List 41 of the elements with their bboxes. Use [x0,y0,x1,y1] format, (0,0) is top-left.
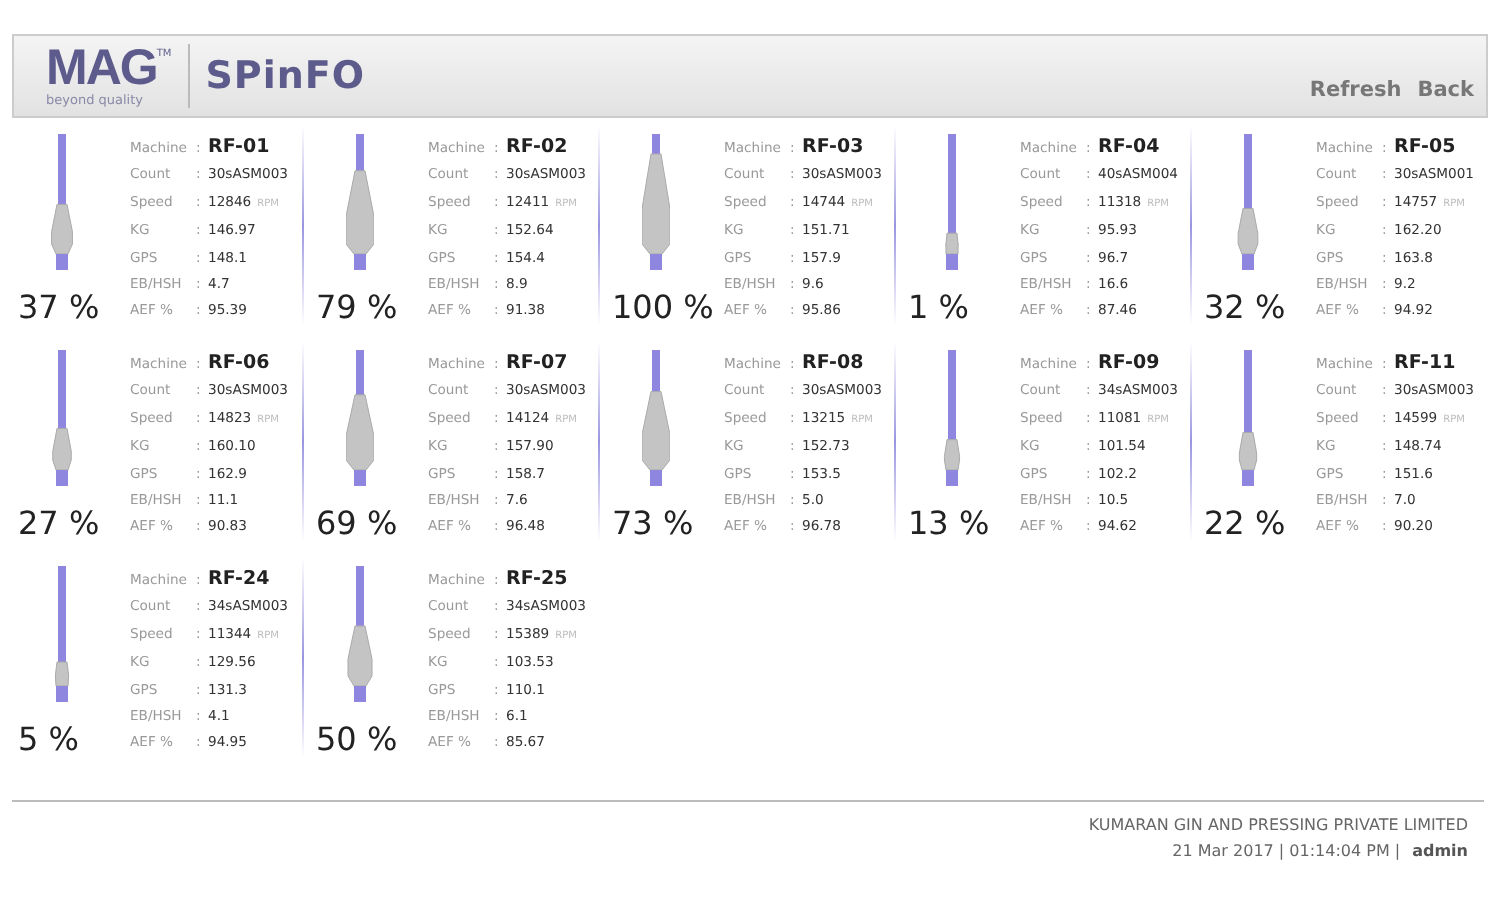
header-link[interactable]: Refresh [1309,76,1402,108]
percent-label: 50 % [314,724,400,756]
spindle-icon [346,134,374,270]
date-time: 21 Mar 2017 | 01:14:04 PM | [1172,842,1401,860]
percent-label: 100 % [610,292,716,324]
user-name: admin [1412,842,1468,860]
app-name: SPinFO [205,51,365,102]
spindle-icon [48,350,76,486]
spindle-icon [938,350,966,486]
percent-label: 79 % [314,292,400,324]
percent-label: 5 % [16,724,81,756]
header-link[interactable]: Back [1417,76,1474,108]
machine-id: RF-01 [208,136,270,158]
machine-id: RF-05 [1394,136,1456,158]
spindle-icon [1234,350,1262,486]
percent-label: 22 % [1202,508,1288,540]
percent-label: 1 % [906,292,971,324]
spindle-icon [346,566,374,702]
percent-label: 37 % [16,292,102,324]
machine-id: RF-11 [1394,352,1456,374]
machine-id: RF-06 [208,352,270,374]
percent-label: 69 % [314,508,400,540]
percent-label: 32 % [1202,292,1288,324]
machine-id: RF-02 [506,136,568,158]
machine-id: RF-03 [802,136,864,158]
company-name: KUMARAN GIN AND PRESSING PRIVATE LIMITED [1086,814,1468,838]
spindle-icon [642,134,670,270]
machine-id: RF-04 [1098,136,1160,158]
machine-id: RF-24 [208,568,270,590]
spindle-icon [642,350,670,486]
percent-label: 73 % [610,508,696,540]
percent-label: 13 % [906,508,992,540]
spindle-icon [346,350,374,486]
logo-text: MAG [46,44,157,95]
percent-label: 27 % [16,508,102,540]
machine-id: RF-09 [1098,352,1160,374]
machine-id: RF-25 [506,568,568,590]
spindle-icon [1234,134,1262,270]
spindle-icon [48,134,76,270]
machine-id: RF-08 [802,352,864,374]
machine-id: RF-07 [506,352,568,374]
